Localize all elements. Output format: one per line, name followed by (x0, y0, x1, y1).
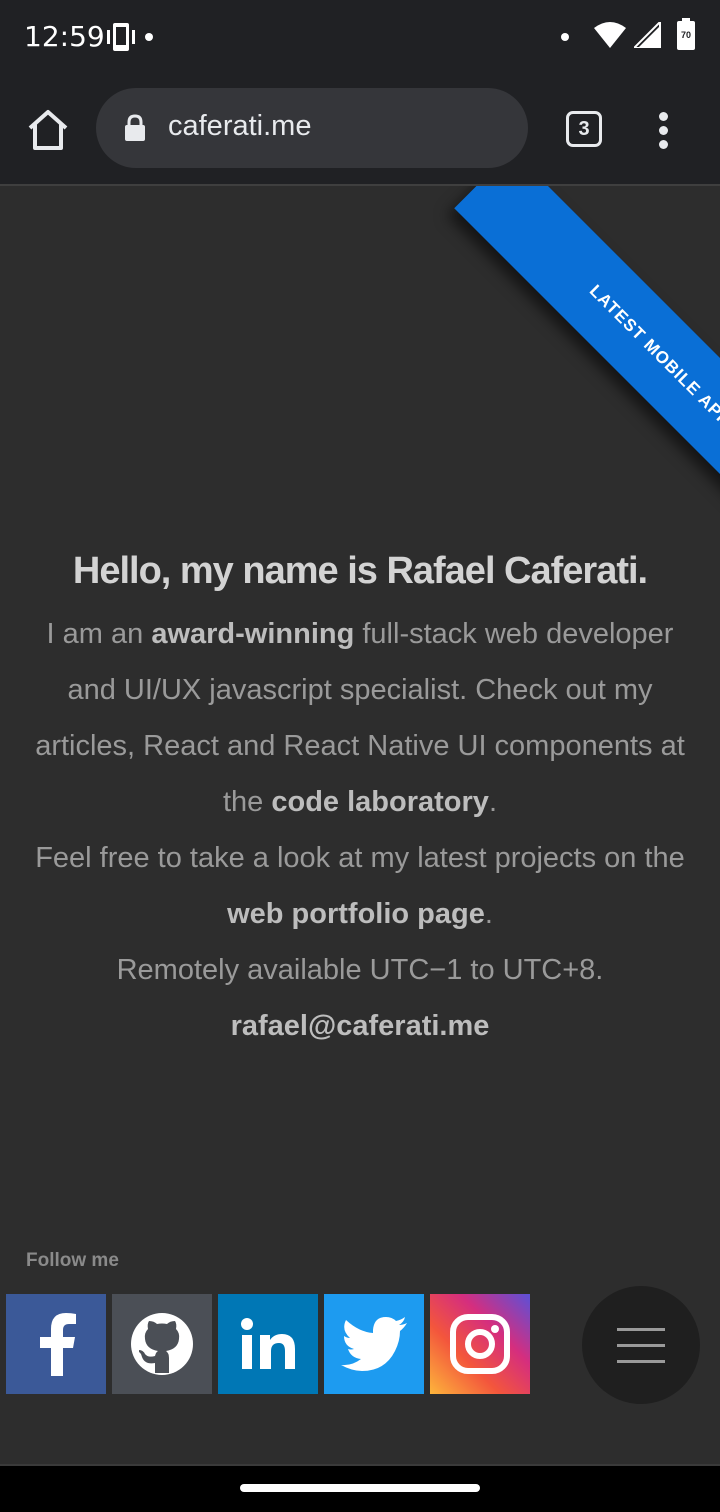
url-text: caferati.me (168, 110, 312, 142)
page-title: Hello, my name is Rafael Caferati. (72, 550, 648, 592)
address-bar[interactable]: caferati.me (96, 88, 528, 168)
hamburger-line (617, 1359, 665, 1363)
latest-mobile-app-ribbon[interactable]: Latest Mobile App (454, 186, 720, 562)
vibrate-icon (107, 23, 135, 51)
page-content: Latest Mobile App Hello, my name is Rafa… (0, 186, 720, 1464)
status-bar: 12:59 70 (0, 0, 720, 76)
email-link[interactable]: rafael@caferati.me (231, 1010, 490, 1042)
facebook-icon (40, 1313, 76, 1376)
tab-switcher-button[interactable]: 3 (566, 111, 602, 147)
status-dot-icon (561, 33, 569, 41)
follow-me-label: Follow me (26, 1250, 119, 1271)
system-navigation-bar (0, 1464, 720, 1512)
notification-dot-icon (145, 33, 153, 41)
status-time: 12:59 (24, 20, 105, 53)
linkedin-icon (241, 1318, 295, 1369)
github-button[interactable] (112, 1294, 212, 1394)
facebook-button[interactable] (6, 1294, 106, 1394)
social-links (6, 1294, 530, 1394)
twitter-icon (341, 1317, 407, 1371)
home-gesture-handle[interactable] (240, 1484, 480, 1492)
linkedin-button[interactable] (218, 1294, 318, 1394)
twitter-button[interactable] (324, 1294, 424, 1394)
intro-section: Hello, my name is Rafael Caferati. I am … (30, 546, 690, 1054)
wifi-icon (594, 22, 626, 48)
lock-icon (125, 114, 145, 141)
overflow-menu-icon[interactable] (650, 106, 678, 154)
code-laboratory-link[interactable]: code laboratory (271, 786, 489, 818)
hamburger-menu-button[interactable] (582, 1286, 700, 1404)
github-icon (131, 1313, 193, 1375)
browser-toolbar: caferati.me 3 (0, 76, 720, 184)
instagram-button[interactable] (430, 1294, 530, 1394)
web-portfolio-link[interactable]: web portfolio page (227, 898, 485, 930)
home-icon[interactable] (24, 106, 72, 154)
nav-divider (0, 1464, 720, 1466)
hamburger-line (617, 1343, 665, 1347)
award-winning-text: award-winning (151, 618, 355, 650)
hamburger-line (617, 1327, 665, 1331)
intro-paragraph-2: Feel free to take a look at my latest pr… (35, 842, 685, 930)
intro-paragraph-1: I am an award-winning full-stack web dev… (35, 618, 685, 818)
ribbon-label: Latest Mobile App (585, 281, 720, 431)
cell-signal-icon (634, 22, 661, 48)
availability-text: Remotely available UTC−1 to UTC+8. (116, 954, 604, 986)
battery-level: 70 (680, 30, 691, 40)
instagram-icon (450, 1314, 510, 1374)
